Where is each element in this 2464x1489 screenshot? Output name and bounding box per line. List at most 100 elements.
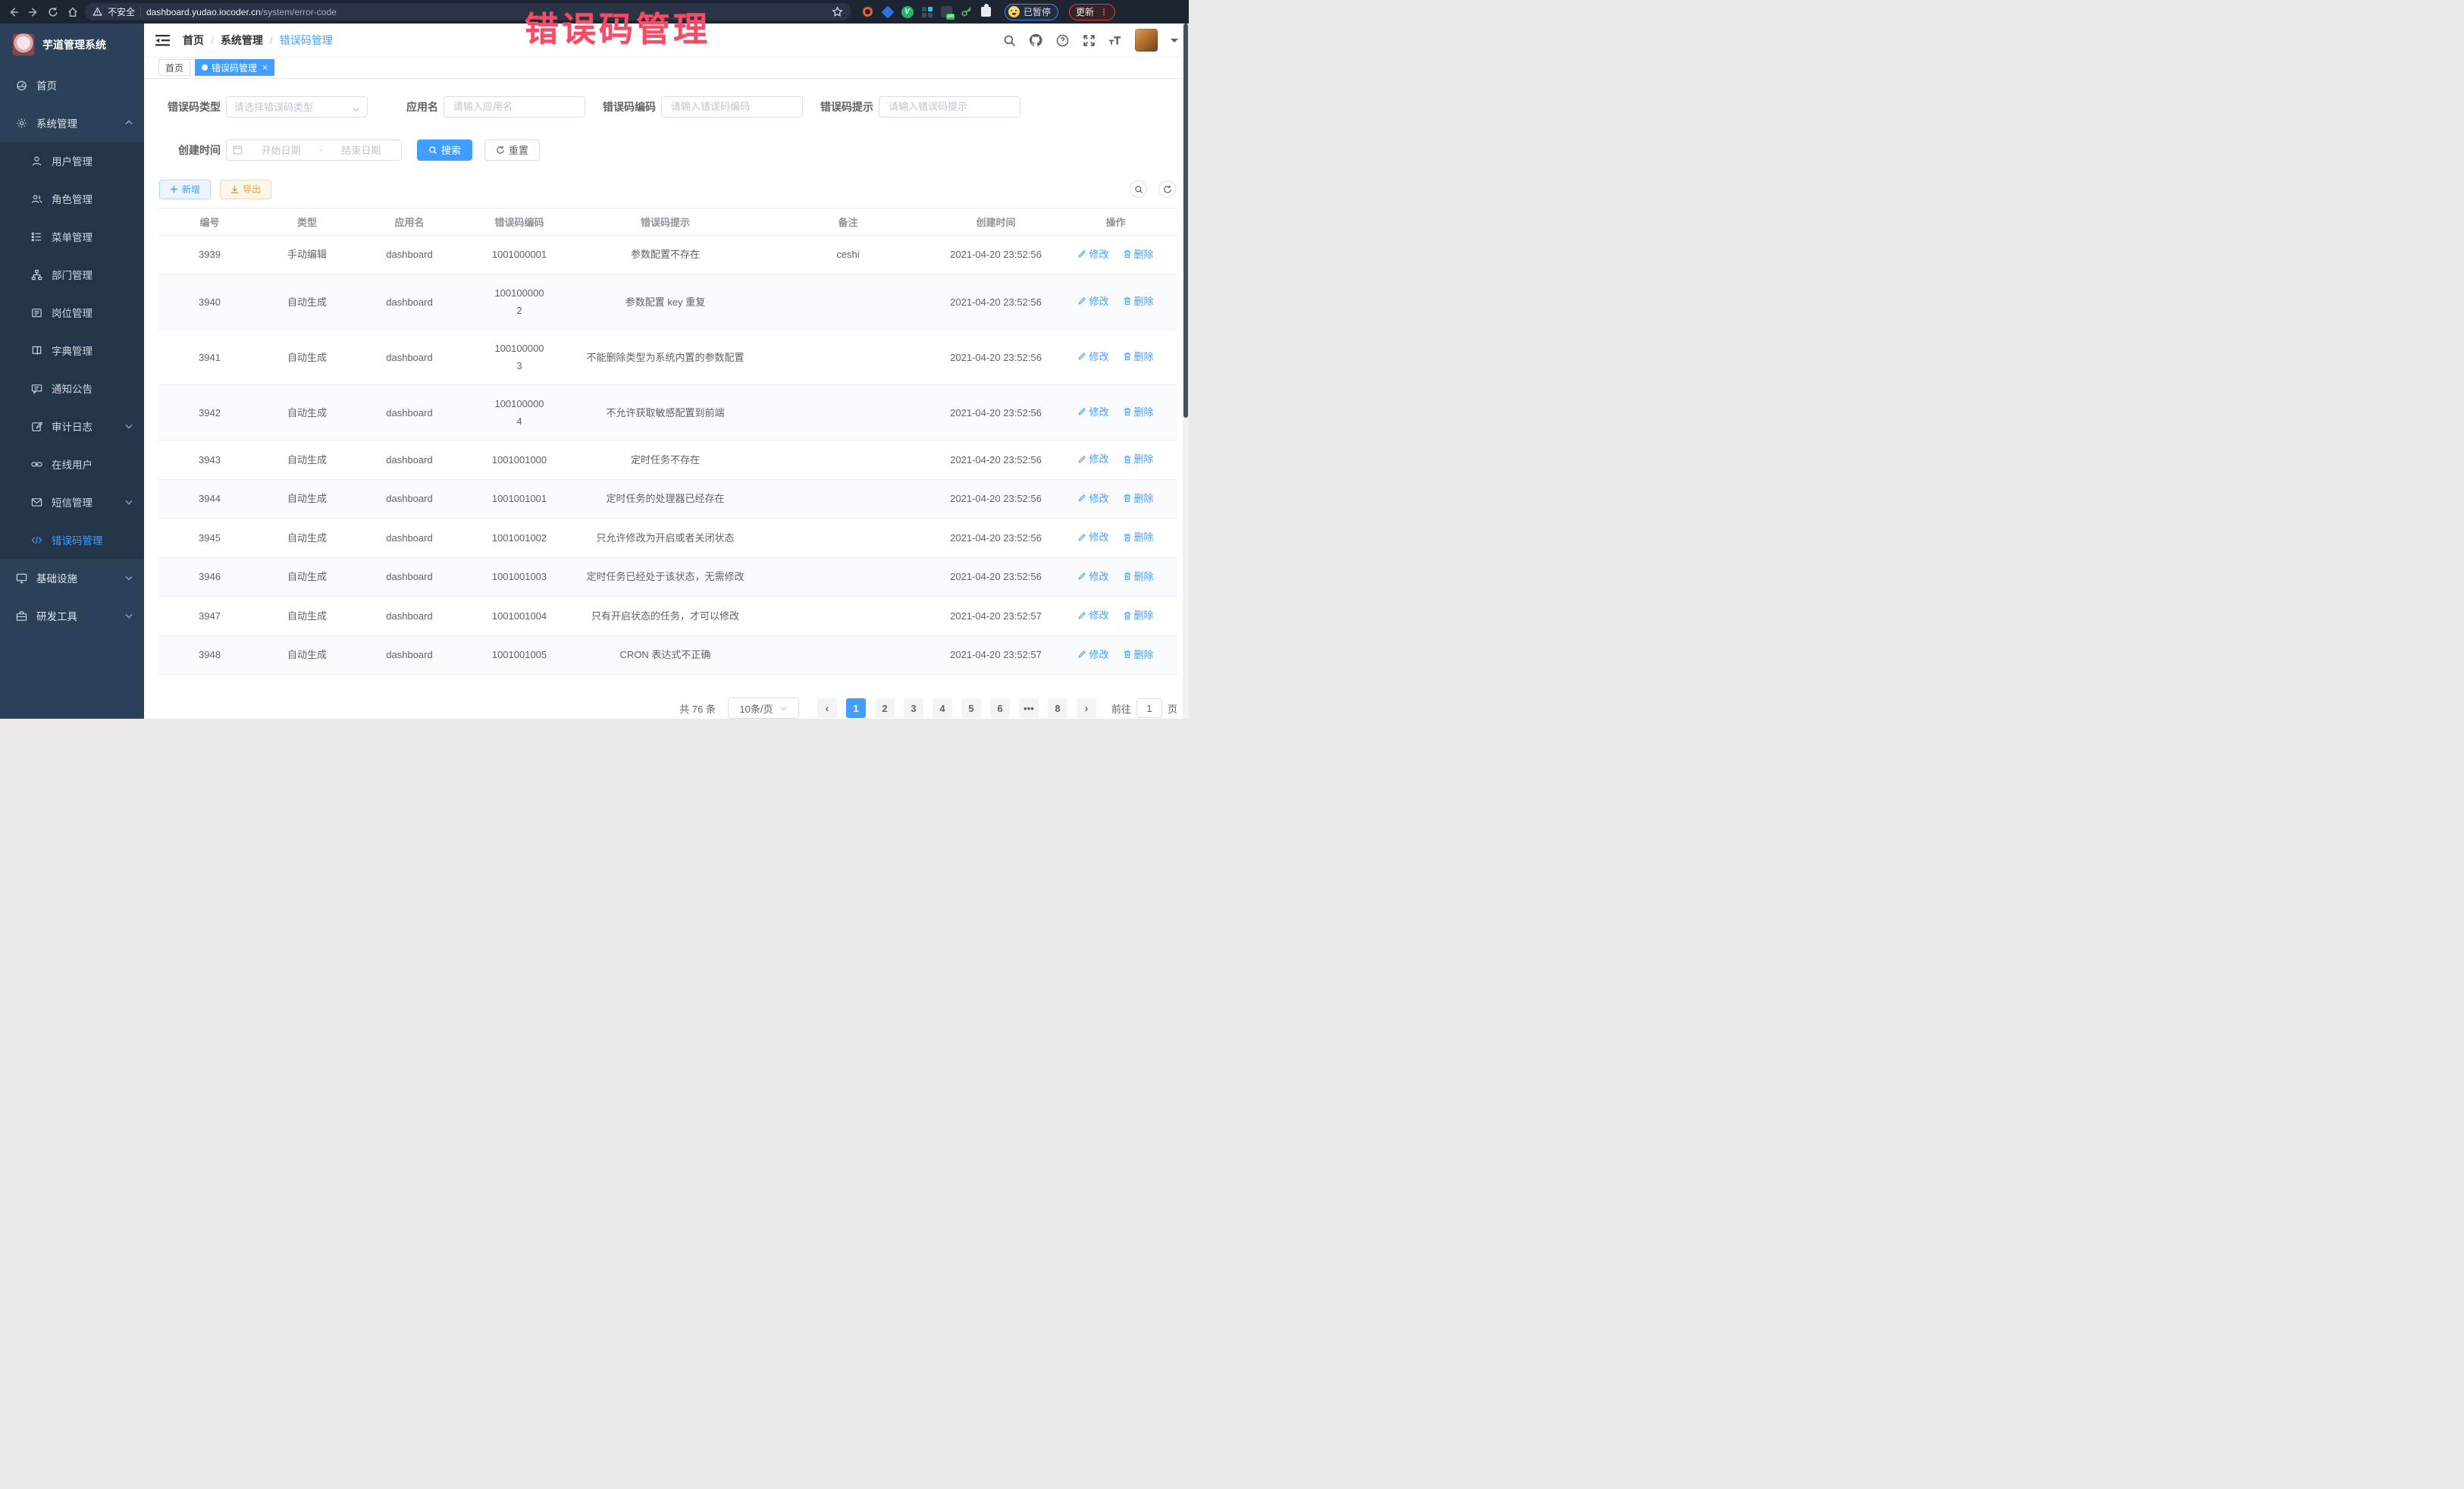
table-row[interactable]: 3943自动生成dashboard1001001000定时任务不存在2021-0… [158,440,1177,480]
date-range-picker[interactable]: 开始日期 - 结束日期 [226,139,402,161]
sidebar-item-online-user[interactable]: 在线用户 [0,445,144,483]
app-logo[interactable]: 芋道管理系统 [0,24,144,66]
delete-link[interactable]: 删除 [1123,403,1154,421]
page-button-5[interactable]: 5 [961,698,981,718]
reset-button[interactable]: 重置 [484,139,540,161]
page-button-6[interactable]: 6 [990,698,1010,718]
page-button-4[interactable]: 4 [933,698,952,718]
edit-link[interactable]: 修改 [1077,490,1108,507]
profile-paused-badge[interactable]: 已暂停 [1005,4,1058,20]
table-row[interactable]: 3944自动生成dashboard1001001001定时任务的处理器已经存在2… [158,479,1177,519]
next-page-button[interactable]: › [1077,698,1096,718]
chevron-down-icon[interactable] [1171,39,1178,46]
error-code-input[interactable] [669,100,795,113]
on-badge-extension-icon[interactable] [940,5,953,18]
orange-ring-extension-icon[interactable] [861,5,874,18]
sidebar-item-menu[interactable]: 菜单管理 [0,218,144,255]
table-row[interactable]: 3946自动生成dashboard1001001003定时任务已经处于该状态，无… [158,557,1177,597]
help-icon[interactable] [1055,33,1069,47]
blue-gem-extension-icon[interactable] [881,5,894,18]
delete-link[interactable]: 删除 [1123,293,1154,310]
delete-link[interactable]: 删除 [1123,568,1154,585]
app-name-input[interactable] [452,100,577,113]
squares-extension-icon[interactable] [920,5,933,18]
edit-link[interactable]: 修改 [1077,646,1108,663]
sidebar-item-audit-log[interactable]: 审计日志 [0,407,144,445]
sidebar-item-error-code[interactable]: 错误码管理 [0,521,144,559]
add-button[interactable]: 新增 [159,180,211,199]
green-check-extension-icon[interactable]: V [901,5,914,18]
forward-icon[interactable] [26,5,41,20]
breadcrumb-item[interactable]: 首页 [183,33,204,48]
table-row[interactable]: 3947自动生成dashboard1001001004只有开启状态的任务，才可以… [158,597,1177,636]
sidebar-item-devtool[interactable]: 研发工具 [0,597,144,635]
search-circle-icon[interactable] [1130,180,1147,198]
sidebar-item-infra[interactable]: 基础设施 [0,559,144,597]
browser-menu-icon[interactable]: ⋮ [1099,8,1108,16]
breadcrumb-item[interactable]: 系统管理 [221,33,263,48]
sidebar-item-dict[interactable]: 字典管理 [0,331,144,369]
tag-active[interactable]: 错误码管理× [195,59,274,76]
search-button[interactable]: 搜索 [417,139,472,161]
delete-link[interactable]: 删除 [1123,528,1154,546]
search-icon[interactable] [1002,33,1016,47]
error-msg-input[interactable] [887,100,1012,113]
avatar[interactable] [1135,29,1158,52]
edit-link[interactable]: 修改 [1077,450,1108,468]
table-row[interactable]: 3942自动生成dashboard100100000 4不允许获取敏感配置到前端… [158,385,1177,440]
reload-icon[interactable] [45,5,61,20]
sidebar-item-system[interactable]: 系统管理 [0,104,144,142]
sidebar-item-notice[interactable]: 通知公告 [0,369,144,407]
table-row[interactable]: 3941自动生成dashboard100100000 3不能删除类型为系统内置的… [158,330,1177,385]
back-icon[interactable] [6,5,21,20]
page-button-1[interactable]: 1 [846,698,866,718]
security-label[interactable]: 不安全 [108,5,135,18]
edit-link[interactable]: 修改 [1077,293,1108,310]
page-button-8[interactable]: 8 [1048,698,1067,718]
address-bar[interactable]: 不安全 dashboard.yudao.iocoder.cn/system/er… [85,3,851,20]
sidebar-item-post[interactable]: 岗位管理 [0,293,144,331]
font-size-icon[interactable] [1108,33,1122,47]
hamburger-icon[interactable] [155,33,171,47]
page-button-2[interactable]: 2 [875,698,895,718]
page-button-3[interactable]: 3 [904,698,923,718]
goto-page-input[interactable] [1136,698,1162,718]
bookmark-star-icon[interactable] [832,6,843,17]
sidebar-item-sms[interactable]: 短信管理 [0,483,144,521]
table-row[interactable]: 3945自动生成dashboard1001001002只允许修改为开启或者关闭状… [158,519,1177,558]
edit-link[interactable]: 修改 [1077,246,1108,263]
sidebar-item-role[interactable]: 角色管理 [0,180,144,218]
export-button[interactable]: 导出 [220,180,271,199]
edit-link[interactable]: 修改 [1077,607,1108,624]
sidebar-item-dept[interactable]: 部门管理 [0,255,144,293]
puzzle-extension-icon[interactable] [980,5,992,18]
url-text[interactable]: dashboard.yudao.iocoder.cn/system/error-… [146,7,337,17]
home-icon[interactable] [65,5,80,20]
table-row[interactable]: 3940自动生成dashboard100100000 2参数配置 key 重复2… [158,274,1177,330]
table-row[interactable]: 3939手动编辑dashboard1001000001参数配置不存在ceshi2… [158,235,1177,274]
sidebar-item-user[interactable]: 用户管理 [0,142,144,180]
github-icon[interactable] [1029,33,1042,47]
prev-page-button[interactable]: ‹ [817,698,837,718]
refresh-circle-icon[interactable] [1158,180,1176,198]
page-size-select[interactable]: 10条/页 [728,697,799,719]
delete-link[interactable]: 删除 [1123,607,1154,624]
browser-update-button[interactable]: 更新 ⋮ [1069,4,1115,20]
page-scrollbar[interactable] [1183,24,1189,719]
fullscreen-icon[interactable] [1082,33,1096,47]
pagination-more-button[interactable]: ••• [1019,698,1039,718]
delete-link[interactable]: 删除 [1123,490,1154,507]
tag-item[interactable]: 首页 [158,59,190,76]
edit-link[interactable]: 修改 [1077,403,1108,421]
edit-link[interactable]: 修改 [1077,348,1108,365]
key-extension-icon[interactable] [960,5,973,18]
edit-link[interactable]: 修改 [1077,568,1108,585]
sidebar-item-home[interactable]: 首页 [0,66,144,104]
scrollbar-thumb[interactable] [1183,24,1188,418]
breadcrumb-item[interactable]: 错误码管理 [280,33,333,48]
error-type-select[interactable]: 请选择错误码类型 [226,96,368,118]
tag-close-icon[interactable]: × [262,63,268,72]
delete-link[interactable]: 删除 [1123,246,1154,263]
delete-link[interactable]: 删除 [1123,646,1154,663]
delete-link[interactable]: 删除 [1123,450,1154,468]
